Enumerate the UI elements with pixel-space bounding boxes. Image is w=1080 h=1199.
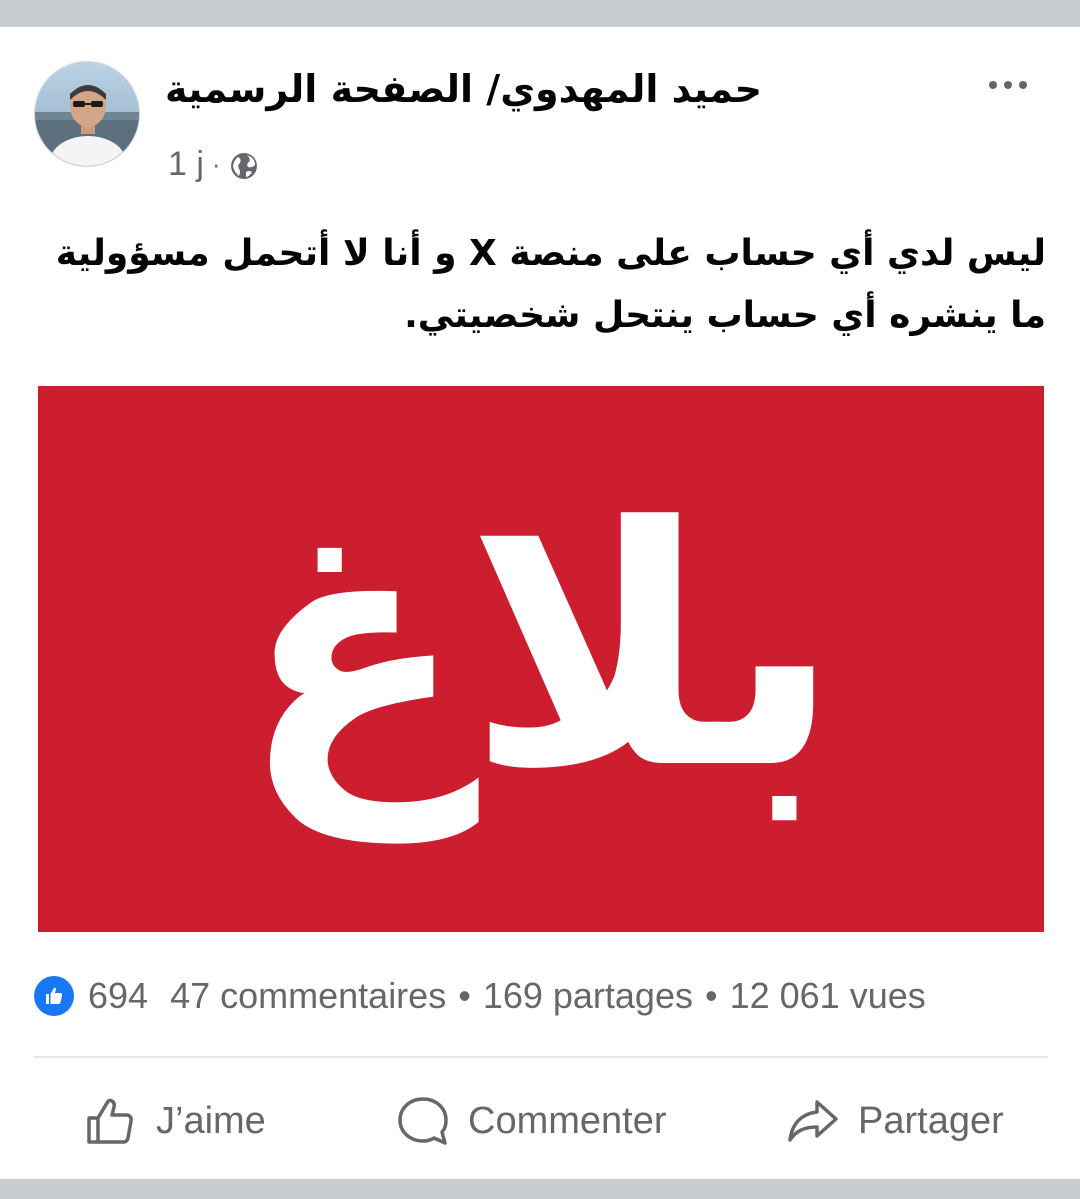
banner-text: بلاغ: [241, 457, 841, 841]
like-reaction-icon[interactable]: [34, 976, 74, 1016]
comments-count[interactable]: 47 commentaires: [170, 975, 446, 1017]
page-name[interactable]: حميد المهدوي/ الصفحة الرسمية: [165, 67, 762, 111]
post-image-banner[interactable]: بلاغ: [38, 386, 1044, 932]
comment-label: Commenter: [468, 1099, 667, 1142]
reactions-count[interactable]: 694: [88, 975, 148, 1017]
share-button[interactable]: Partager: [786, 1089, 1004, 1153]
views-count: 12 061 vues: [729, 975, 926, 1016]
post-actions: J’aime Commenter Partager: [0, 1089, 1080, 1153]
avatar-photo: [35, 62, 139, 166]
like-button[interactable]: J’aime: [84, 1089, 266, 1153]
comment-bubble-icon: [398, 1097, 448, 1145]
globe-icon[interactable]: [229, 151, 259, 181]
post-text: ليس لدي أي حساب على منصة X و أنا لا أتحم…: [55, 233, 1046, 336]
shares-count[interactable]: 169 partages: [483, 975, 693, 1017]
post-meta: 1 j ·: [168, 145, 259, 184]
share-arrow-icon: [788, 1100, 838, 1142]
like-label: J’aime: [156, 1099, 266, 1142]
page-avatar[interactable]: [34, 61, 140, 167]
stats-separator: •: [704, 975, 718, 1016]
post-time[interactable]: 1 j: [168, 145, 204, 184]
stats-separator: •: [458, 975, 471, 1016]
more-dot: [989, 81, 997, 89]
comment-button[interactable]: Commenter: [396, 1089, 667, 1153]
divider: [34, 1056, 1048, 1058]
more-options-icon[interactable]: [978, 67, 1038, 103]
more-dot: [1019, 81, 1027, 89]
share-label: Partager: [858, 1099, 1004, 1142]
post-stats: 694 47 commentaires • 169 partages • 12 …: [34, 971, 1050, 1021]
thumbs-up-icon: [87, 1098, 133, 1144]
more-dot: [1004, 81, 1012, 89]
post-card: حميد المهدوي/ الصفحة الرسمية 1 j · ليس ل…: [0, 27, 1080, 1179]
meta-separator: ·: [211, 149, 221, 179]
